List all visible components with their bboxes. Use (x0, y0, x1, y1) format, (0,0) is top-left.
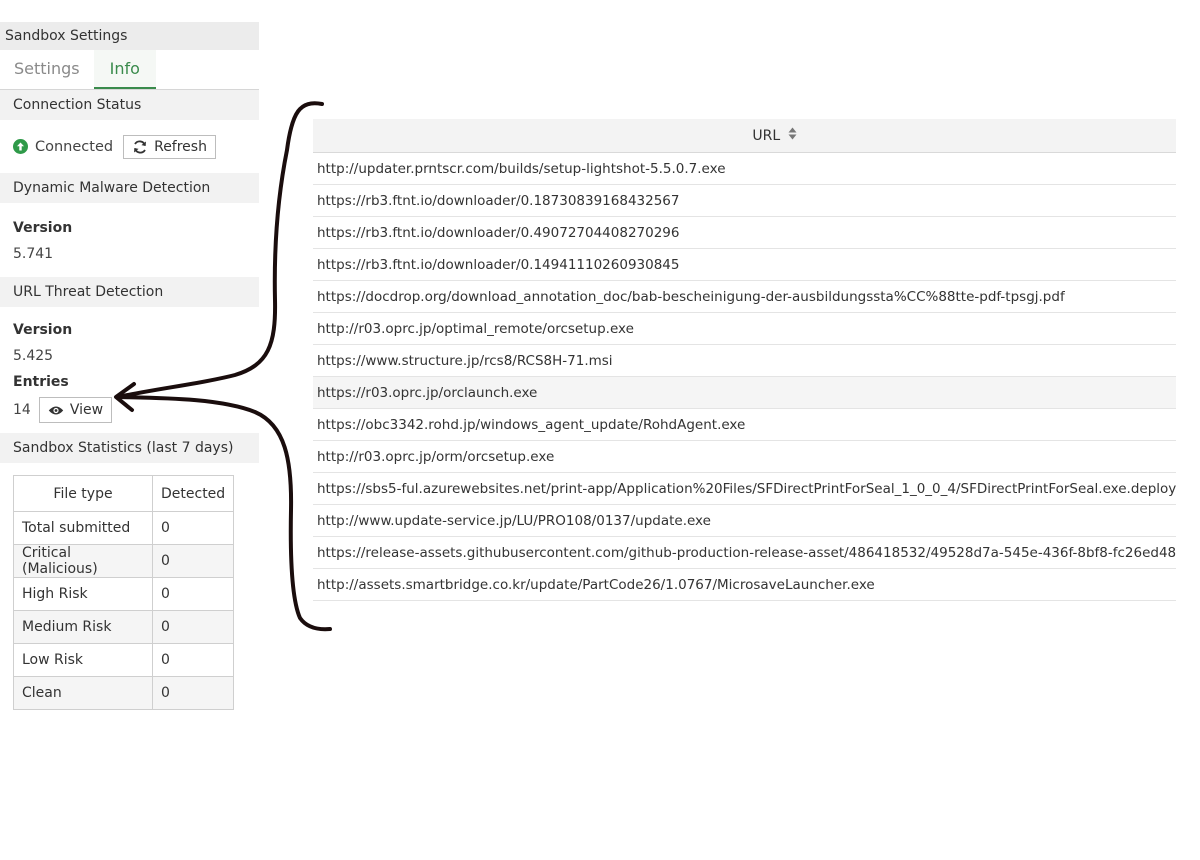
sort-icon[interactable] (788, 119, 797, 153)
url-row[interactable]: https://obc3342.rohd.jp/windows_agent_up… (313, 409, 1176, 441)
url-row[interactable]: https://sbs5-ful.azurewebsites.net/print… (313, 473, 1176, 505)
url-row[interactable]: https://rb3.ftnt.io/downloader/0.4907270… (313, 217, 1176, 249)
url-row[interactable]: https://rb3.ftnt.io/downloader/0.1873083… (313, 185, 1176, 217)
file-type-cell: Medium Risk (13, 610, 153, 644)
url-row[interactable]: https://release-assets.githubusercontent… (313, 537, 1176, 569)
url-list: http://updater.prntscr.com/builds/setup-… (313, 153, 1176, 601)
view-label: View (69, 402, 104, 418)
tab-info[interactable]: Info (93, 50, 156, 89)
entries-label: Entries (13, 374, 69, 390)
url-column-header[interactable]: URL (313, 119, 1176, 153)
malware-version-block: Version 5.741 (0, 203, 259, 267)
table-row: Critical (Malicious) 0 (13, 544, 235, 578)
connection-status-text: Connected (35, 138, 114, 155)
file-type-cell: Critical (Malicious) (13, 544, 153, 578)
entries-count: 14 (13, 402, 31, 418)
column-header-file-type: File type (13, 475, 153, 512)
file-type-cell: Clean (13, 676, 153, 710)
statistics-table: File type Detected Total submitted 0 Crit… (13, 475, 235, 710)
url-row[interactable]: https://www.structure.jp/rcs8/RCS8H-71.m… (313, 345, 1176, 377)
url-threat-version-value: 5.425 (13, 348, 54, 364)
detected-cell: 0 (151, 643, 235, 677)
dynamic-malware-header: Dynamic Malware Detection (0, 173, 259, 203)
file-type-cell: High Risk (13, 577, 153, 611)
refresh-label: Refresh (154, 138, 207, 155)
connection-status-row: Connected Refresh (0, 120, 259, 173)
url-row[interactable]: https://r03.oprc.jp/orclaunch.exe (313, 377, 1176, 409)
url-threat-block: Version 5.425 Entries 14 View (0, 307, 259, 425)
table-row: Total submitted 0 (13, 511, 235, 545)
url-row[interactable]: http://r03.oprc.jp/optimal_remote/orcset… (313, 313, 1176, 345)
table-header-row: File type Detected (13, 475, 235, 512)
entries-row: 14 View (13, 395, 259, 425)
refresh-icon (132, 140, 148, 154)
malware-version-value: 5.741 (13, 246, 54, 262)
arrow-up-circle-icon (13, 139, 28, 154)
url-row[interactable]: https://docdrop.org/download_annotation_… (313, 281, 1176, 313)
url-row[interactable]: http://www.update-service.jp/LU/PRO108/0… (313, 505, 1176, 537)
url-row[interactable]: https://rb3.ftnt.io/downloader/0.1494111… (313, 249, 1176, 281)
sandbox-statistics-header: Sandbox Statistics (last 7 days) (0, 433, 259, 463)
detected-cell: 0 (151, 511, 235, 545)
table-row: Medium Risk 0 (13, 610, 235, 644)
malware-version-label: Version (13, 220, 73, 236)
table-row: High Risk 0 (13, 577, 235, 611)
detected-cell: 0 (151, 577, 235, 611)
connection-status-header: Connection Status (0, 90, 259, 120)
column-header-detected: Detected (151, 475, 235, 512)
table-row: Clean 0 (13, 676, 235, 710)
url-entries-table: URL http://updater.prntscr.com/builds/se… (313, 119, 1176, 601)
url-row[interactable]: http://r03.oprc.jp/orm/orcsetup.exe (313, 441, 1176, 473)
sandbox-settings-panel: Sandbox Settings Settings Info Connectio… (0, 22, 259, 710)
url-row[interactable]: http://updater.prntscr.com/builds/setup-… (313, 153, 1176, 185)
table-row: Low Risk 0 (13, 643, 235, 677)
eye-icon (48, 405, 64, 416)
tab-settings[interactable]: Settings (0, 50, 94, 89)
panel-title: Sandbox Settings (0, 22, 259, 50)
url-column-label: URL (752, 128, 781, 144)
tab-bar: Settings Info (0, 50, 259, 90)
detected-cell: 0 (151, 544, 235, 578)
file-type-cell: Low Risk (13, 643, 153, 677)
detected-cell: 0 (151, 610, 235, 644)
detected-cell: 0 (151, 676, 235, 710)
refresh-button[interactable]: Refresh (123, 134, 216, 159)
url-threat-header: URL Threat Detection (0, 277, 259, 307)
url-row[interactable]: http://assets.smartbridge.co.kr/update/P… (313, 569, 1176, 601)
view-button[interactable]: View (38, 397, 113, 423)
url-threat-version-label: Version (13, 322, 73, 338)
file-type-cell: Total submitted (13, 511, 153, 545)
